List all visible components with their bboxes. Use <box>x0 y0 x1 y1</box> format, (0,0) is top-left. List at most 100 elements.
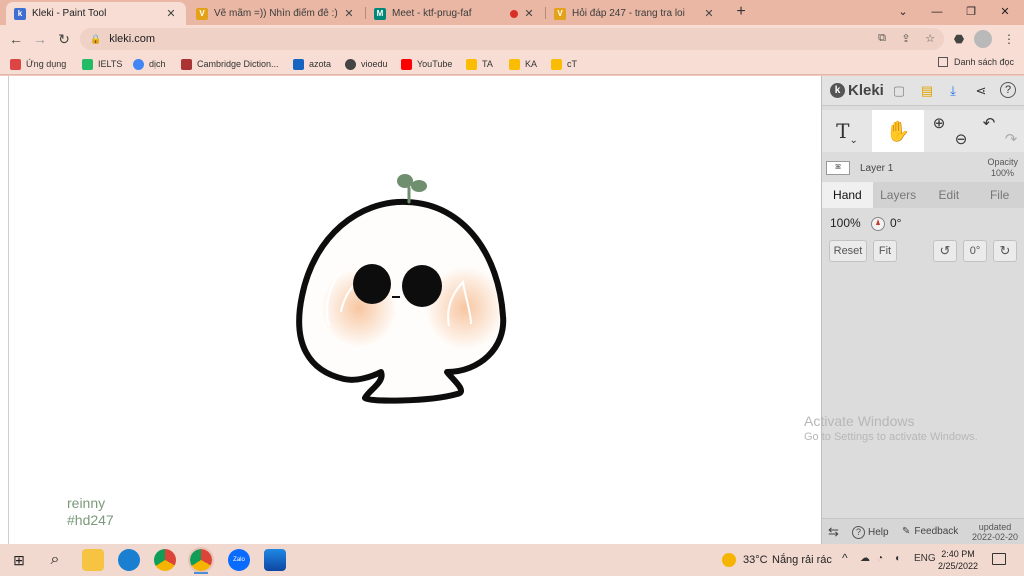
zoom-in-button[interactable]: ⊕ <box>928 110 950 152</box>
hand-tool-button[interactable]: ✋ <box>872 110 924 152</box>
extensions-icon[interactable]: ⬣ <box>950 30 968 48</box>
wifi-icon[interactable]: ◔ <box>877 553 883 564</box>
drawing-canvas[interactable]: reinny #hd247 <box>8 76 821 544</box>
edge-icon[interactable] <box>118 549 140 571</box>
fit-button[interactable]: Fit <box>873 240 897 262</box>
new-tab-button[interactable]: + <box>732 3 750 21</box>
hoidap-favicon-icon: V <box>554 7 566 20</box>
close-window-button[interactable]: ✕ <box>990 2 1020 22</box>
lock-icon[interactable]: 🔒 <box>90 34 101 45</box>
url-text[interactable]: kleki.com <box>109 33 155 45</box>
open-folder-icon[interactable]: ▤ <box>918 82 936 100</box>
restore-button[interactable]: ❐ <box>956 2 986 22</box>
apps-grid-icon <box>10 58 21 70</box>
zoom-level: 100% <box>830 216 861 230</box>
tab-edit[interactable]: Edit <box>924 182 975 208</box>
bookmark-cambridge[interactable]: Cambridge Diction... <box>181 57 279 71</box>
language-indicator[interactable]: ENG <box>914 553 936 564</box>
notification-icon[interactable] <box>992 553 1006 565</box>
right-eye <box>402 265 442 307</box>
profile-avatar[interactable] <box>974 30 992 48</box>
start-button[interactable]: ⊞ <box>8 549 30 571</box>
reload-button[interactable]: ↻ <box>54 29 74 49</box>
kleki-favicon-icon: k <box>14 7 26 20</box>
tab-layers[interactable]: Layers <box>873 182 924 208</box>
reading-list[interactable]: Danh sách đọc <box>937 57 1014 67</box>
meet-favicon-icon: M <box>374 7 386 20</box>
updated-info[interactable]: updated 2022-02-20 <box>972 522 1018 542</box>
kleki-app: reinny #hd247 k Kleki ▢ ▤ ⤓ ⋖ ? T ⌄ ✋ ⊕ ⊖ … <box>0 76 1024 544</box>
tab-ve-mam[interactable]: V Vẽ mãm =)) Nhìn điểm đê :) câu ✕ <box>188 2 364 25</box>
bookmark-ct[interactable]: cT <box>551 57 577 71</box>
bookmark-dich[interactable]: dịch <box>133 57 166 71</box>
close-icon[interactable]: ✕ <box>342 7 356 20</box>
photos-icon[interactable] <box>264 549 286 571</box>
chevron-up-icon[interactable]: ^ <box>842 551 848 565</box>
rotate-zero-button[interactable]: 0° <box>963 240 987 262</box>
active-indicator <box>194 572 208 574</box>
search-icon[interactable]: ⌕ <box>44 549 66 571</box>
help-icon[interactable]: ? <box>1000 82 1016 98</box>
tab-title: Hỏi đáp 247 - trang tra loi <box>572 8 685 19</box>
redo-button[interactable]: ↷ <box>1000 110 1022 152</box>
tab-file[interactable]: File <box>974 182 1024 208</box>
tab-hand[interactable]: Hand <box>822 182 873 208</box>
signature-name: reinny <box>67 495 106 511</box>
text-tool-button[interactable]: T ⌄ <box>822 110 872 152</box>
rotation-angle: 0° <box>890 216 902 230</box>
sprout-leaf-right <box>411 180 427 192</box>
swap-side-icon[interactable]: ⇆ <box>828 524 839 540</box>
zoom-out-button[interactable]: ⊖ <box>950 110 972 152</box>
weather-temperature[interactable]: 33°C <box>743 554 768 566</box>
share-icon[interactable]: ⇪ <box>898 32 914 46</box>
layer-thumbnail[interactable]: ꕤ <box>826 161 850 175</box>
rotate-right-button[interactable]: ↻ <box>993 240 1017 262</box>
ielts-icon <box>82 58 93 70</box>
reset-button[interactable]: Reset <box>829 240 867 262</box>
weather-sun-icon[interactable] <box>722 553 736 567</box>
save-download-icon[interactable]: ⤓ <box>944 82 962 100</box>
share-icon[interactable]: ⋖ <box>972 82 990 100</box>
bookmark-azota[interactable]: azota <box>293 57 331 71</box>
help-link[interactable]: ? Help <box>852 526 889 539</box>
close-icon[interactable]: ✕ <box>522 7 536 20</box>
rotation-compass-icon[interactable] <box>871 217 885 231</box>
opacity-value[interactable]: 100% <box>991 168 1014 178</box>
menu-icon[interactable]: ⋮ <box>1000 30 1018 48</box>
chrome-active-icon[interactable] <box>188 547 214 574</box>
tab-kleki[interactable]: k Kleki - Paint Tool ✕ <box>6 2 186 25</box>
kleki-logo[interactable]: k Kleki <box>830 82 884 99</box>
tab-strip: k Kleki - Paint Tool ✕ V Vẽ mãm =)) Nhìn… <box>0 0 1024 25</box>
translate-icon[interactable]: ⧉ <box>874 32 890 46</box>
file-explorer-icon[interactable] <box>82 549 104 571</box>
tab-hoi-dap[interactable]: V Hỏi đáp 247 - trang tra loi ✕ <box>546 2 724 25</box>
bookmark-ta[interactable]: TA <box>466 57 493 71</box>
layer-row[interactable]: ꕤ Layer 1 Opacity 100% <box>822 156 1024 180</box>
star-icon[interactable]: ☆ <box>922 32 938 46</box>
clock[interactable]: 2:40 PM 2/25/2022 <box>938 548 978 572</box>
cloud-icon[interactable]: ☁ <box>860 553 870 564</box>
bookmark-ka[interactable]: KA <box>509 57 537 71</box>
minimize-button[interactable]: — <box>922 2 952 22</box>
address-bar[interactable]: 🔒 kleki.com ⧉ ⇪ ☆ <box>80 28 944 50</box>
back-button[interactable]: ← <box>6 29 26 49</box>
forward-button[interactable]: → <box>30 29 50 49</box>
bookmark-apps[interactable]: Ứng dụng <box>10 57 66 71</box>
new-image-icon[interactable]: ▢ <box>890 82 908 100</box>
bookmark-youtube[interactable]: YouTube <box>401 57 452 71</box>
chrome-icon[interactable] <box>154 549 176 571</box>
bookmark-ielts[interactable]: IELTS <box>82 57 122 71</box>
undo-button[interactable]: ↶ <box>978 110 1000 152</box>
opacity-label: Opacity <box>987 157 1018 167</box>
hand-tool-options: 100% 0° Reset Fit ↺ 0° ↻ <box>822 208 1024 270</box>
bookmark-vioedu[interactable]: vioedu <box>345 57 388 71</box>
close-icon[interactable]: ✕ <box>164 7 178 20</box>
zalo-icon[interactable]: Zalo <box>228 549 250 571</box>
volume-icon[interactable]: ◖ <box>894 553 900 564</box>
feedback-link[interactable]: ✎ Feedback <box>902 526 958 537</box>
close-icon[interactable]: ✕ <box>702 7 716 20</box>
tab-meet[interactable]: M Meet - ktf-prug-faf ✕ <box>366 2 544 25</box>
weather-description[interactable]: Nắng rải rác <box>772 554 832 566</box>
rotate-left-button[interactable]: ↺ <box>933 240 957 262</box>
tab-search-icon[interactable]: ⌄ <box>888 2 918 22</box>
